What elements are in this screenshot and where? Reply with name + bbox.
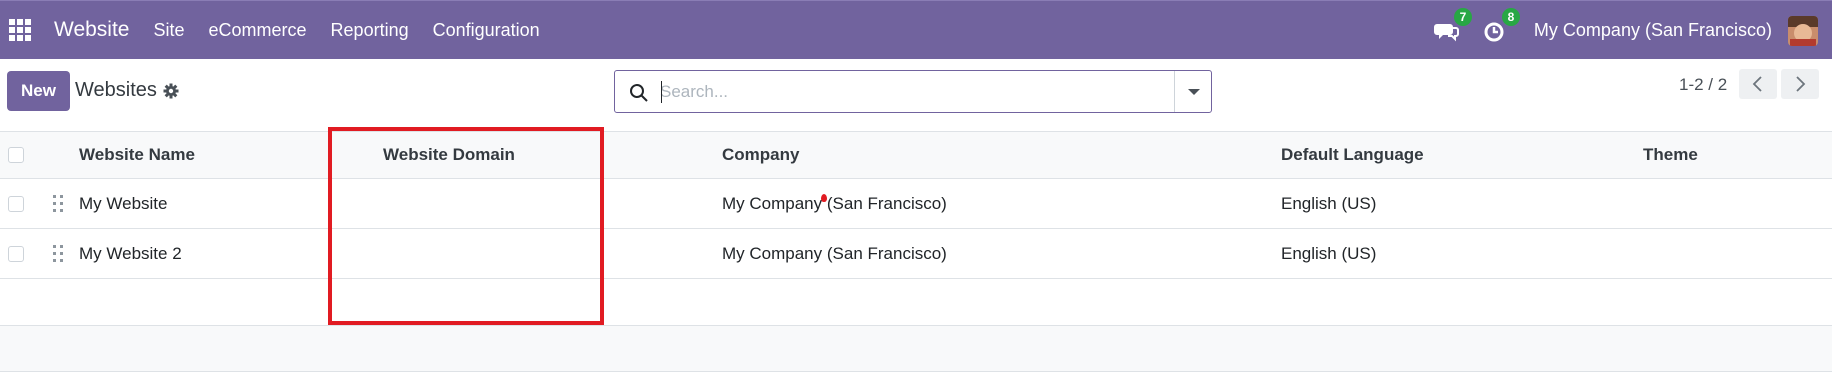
- cell-website-name: My Website: [79, 193, 168, 213]
- column-header-theme[interactable]: Theme: [1643, 132, 1698, 178]
- messages-badge: 7: [1453, 7, 1472, 26]
- menu-item-configuration[interactable]: Configuration: [421, 20, 552, 41]
- text-cursor: [661, 81, 662, 103]
- gear-icon[interactable]: [163, 83, 179, 99]
- pager-next-button[interactable]: [1781, 69, 1819, 99]
- main-menu: Site eCommerce Reporting Configuration: [141, 20, 551, 41]
- row-checkbox[interactable]: [8, 196, 24, 212]
- search-icon: [630, 84, 648, 102]
- navbar-systray: 7 8 My Company (San Francisco): [1433, 1, 1832, 60]
- cell-company: My Company (San Francisco): [722, 243, 947, 263]
- table-row[interactable]: My Website My Company (San Francisco) En…: [0, 179, 1832, 229]
- drag-handle-icon[interactable]: [53, 245, 63, 263]
- top-navbar: Website Site eCommerce Reporting Configu…: [0, 0, 1832, 59]
- drag-handle-icon[interactable]: [53, 195, 63, 213]
- messaging-icon[interactable]: 7: [1433, 7, 1472, 44]
- menu-item-reporting[interactable]: Reporting: [319, 20, 421, 41]
- page-title: Websites: [75, 79, 157, 101]
- cell-default-language: English (US): [1281, 243, 1377, 263]
- activities-clock-icon[interactable]: 8: [1482, 7, 1520, 44]
- empty-row: [0, 279, 1832, 326]
- column-header-website-name[interactable]: Website Name: [79, 132, 195, 178]
- company-switcher[interactable]: My Company (San Francisco): [1534, 20, 1772, 41]
- column-header-website-domain[interactable]: Website Domain: [383, 132, 515, 178]
- chevron-right-icon: [1796, 76, 1806, 92]
- pager-previous-button[interactable]: [1739, 69, 1777, 99]
- new-button[interactable]: New: [7, 71, 70, 111]
- pager-value[interactable]: 1-2 / 2: [1679, 75, 1727, 95]
- table-header: Website Name Website Domain Company Defa…: [0, 132, 1832, 179]
- column-header-company[interactable]: Company: [722, 132, 799, 178]
- websites-list: Website Name Website Domain Company Defa…: [0, 132, 1832, 372]
- column-header-default-language[interactable]: Default Language: [1281, 132, 1424, 178]
- activities-badge: 8: [1501, 7, 1520, 26]
- cell-website-name: My Website 2: [79, 243, 182, 263]
- search-options-toggle[interactable]: [1174, 71, 1211, 112]
- app-brand[interactable]: Website: [54, 18, 129, 42]
- apps-menu-icon[interactable]: [9, 19, 31, 41]
- menu-item-ecommerce[interactable]: eCommerce: [197, 20, 319, 41]
- annotation-marker: [821, 194, 827, 202]
- menu-item-site[interactable]: Site: [141, 20, 196, 41]
- cell-default-language: English (US): [1281, 193, 1377, 213]
- table-footer: [0, 326, 1832, 372]
- control-panel: New Websites 1-2 / 2: [0, 59, 1832, 132]
- chevron-left-icon: [1752, 76, 1762, 92]
- user-avatar[interactable]: [1788, 15, 1818, 46]
- table-row[interactable]: My Website 2 My Company (San Francisco) …: [0, 229, 1832, 279]
- cell-company: My Company (San Francisco): [722, 193, 947, 213]
- search-input[interactable]: [660, 79, 1140, 105]
- select-all-checkbox[interactable]: [8, 147, 24, 163]
- search-bar: [614, 70, 1212, 113]
- row-checkbox[interactable]: [8, 246, 24, 262]
